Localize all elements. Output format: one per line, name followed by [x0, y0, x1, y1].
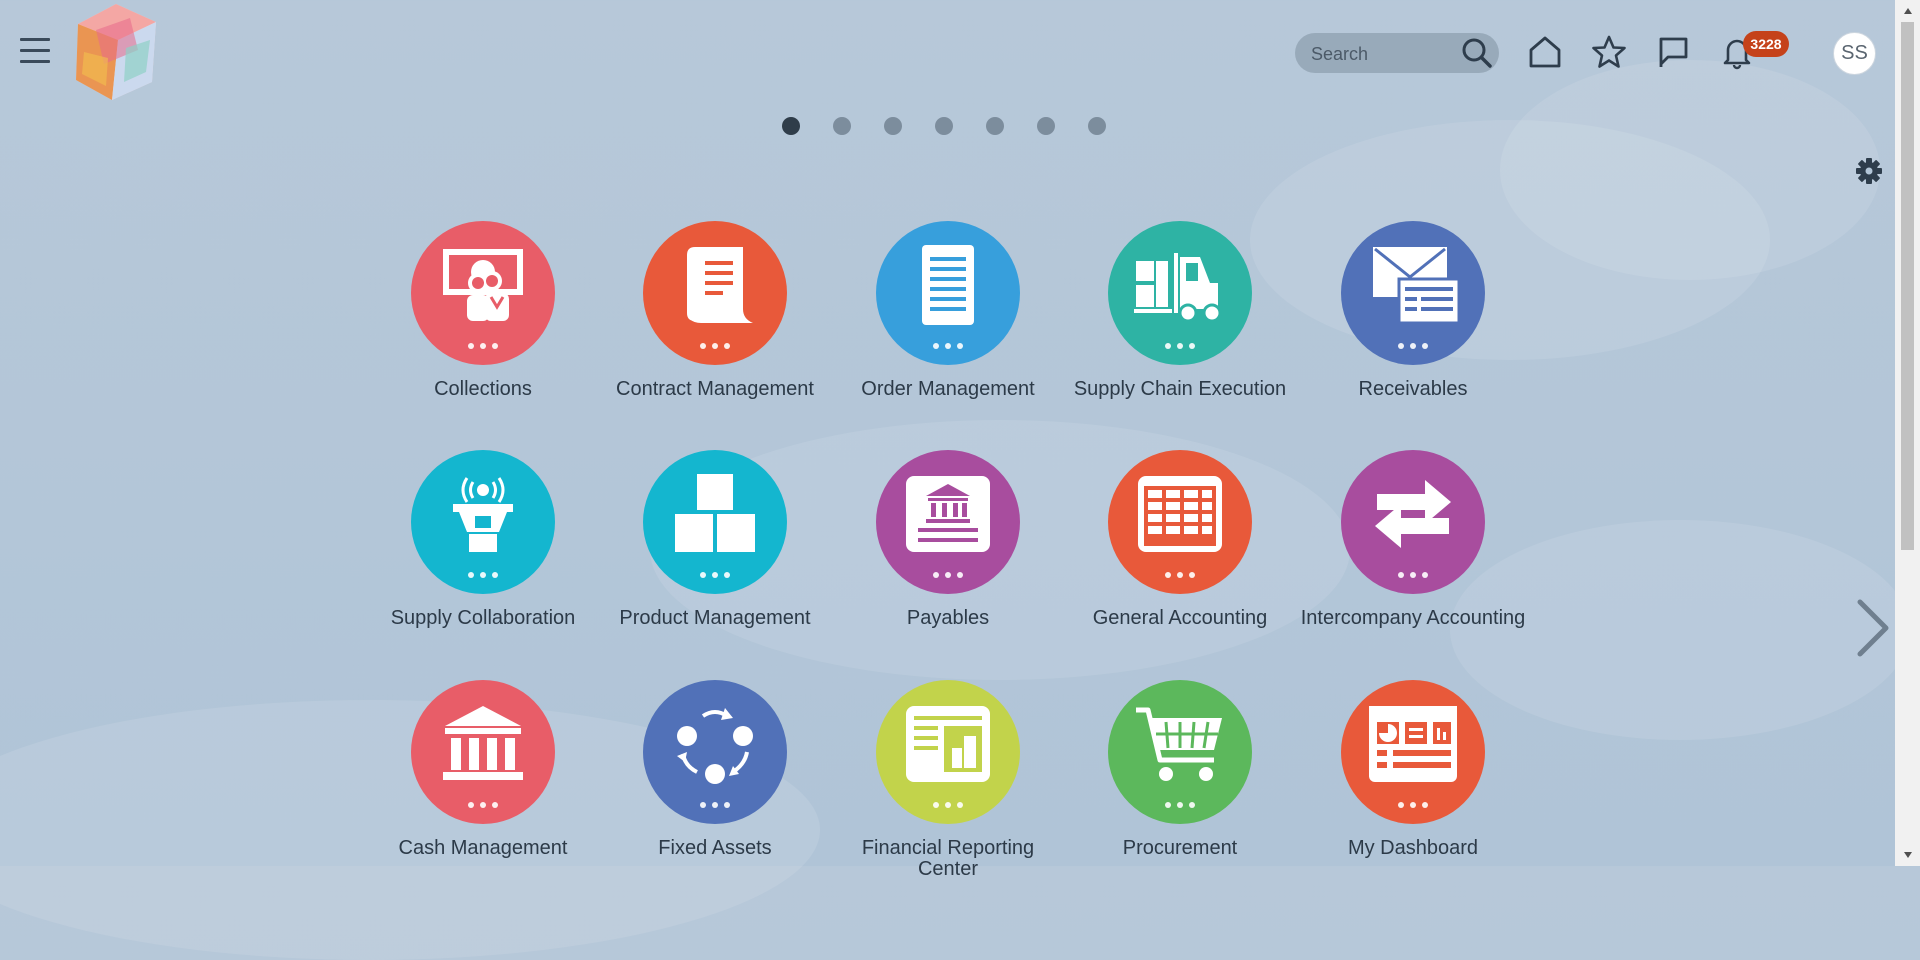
- page-dot[interactable]: [986, 117, 1004, 135]
- more-options-dots[interactable]: [933, 802, 963, 808]
- more-options-dots[interactable]: [1398, 572, 1428, 578]
- more-options-dots[interactable]: [1165, 343, 1195, 349]
- page-dot[interactable]: [935, 117, 953, 135]
- scroll-up-arrow-icon[interactable]: [1899, 2, 1916, 19]
- tile-label: Supply Collaboration: [390, 607, 576, 629]
- tile-label: Intercompany Accounting: [1300, 607, 1526, 629]
- order-document-icon: [876, 221, 1020, 365]
- tile-label: Procurement: [1122, 837, 1238, 859]
- more-options-dots[interactable]: [700, 572, 730, 578]
- tile-label: Product Management: [619, 607, 811, 629]
- ledger-grid-icon: [1108, 450, 1252, 594]
- user-avatar[interactable]: SS: [1833, 32, 1876, 75]
- contract-scroll-icon: [643, 221, 787, 365]
- tile-label: Financial Reporting Center: [861, 837, 1035, 880]
- more-options-dots[interactable]: [700, 802, 730, 808]
- tile-label: My Dashboard: [1347, 837, 1479, 859]
- page-dot[interactable]: [782, 117, 800, 135]
- page-dot[interactable]: [833, 117, 851, 135]
- report-chart-icon: [876, 680, 1020, 824]
- dashboard-icon: [1341, 680, 1485, 824]
- tile-label: Order Management: [861, 378, 1035, 400]
- tile-label: Contract Management: [616, 378, 814, 400]
- more-options-dots[interactable]: [1398, 343, 1428, 349]
- search-box: [1295, 33, 1499, 75]
- more-options-dots[interactable]: [468, 572, 498, 578]
- page-indicator: [782, 117, 1106, 135]
- gear-icon[interactable]: [1853, 155, 1885, 187]
- favorites-star-icon[interactable]: [1587, 30, 1631, 74]
- app-logo-icon[interactable]: [68, 0, 164, 104]
- page-dot[interactable]: [1088, 117, 1106, 135]
- more-options-dots[interactable]: [1398, 802, 1428, 808]
- more-options-dots[interactable]: [1165, 802, 1195, 808]
- bank-building-icon: [411, 680, 555, 824]
- search-icon[interactable]: [1459, 35, 1495, 71]
- watchlist-flag-icon[interactable]: [1651, 30, 1695, 74]
- tile-label: Collections: [434, 378, 532, 400]
- tile-label: Fixed Assets: [658, 837, 772, 859]
- more-options-dots[interactable]: [468, 343, 498, 349]
- invoice-envelope-icon: [1341, 221, 1485, 365]
- home-icon[interactable]: [1523, 30, 1567, 74]
- more-options-dots[interactable]: [933, 343, 963, 349]
- hamburger-menu-icon[interactable]: [20, 38, 50, 64]
- page-dot[interactable]: [1037, 117, 1055, 135]
- stacked-boxes-icon: [643, 450, 787, 594]
- tile-label: Receivables: [1358, 378, 1468, 400]
- forklift-icon: [1108, 221, 1252, 365]
- tile-label: Supply Chain Execution: [1073, 378, 1287, 400]
- cycle-nodes-icon: [643, 680, 787, 824]
- more-options-dots[interactable]: [468, 802, 498, 808]
- header-bar: 3228 SS: [0, 0, 1895, 110]
- more-options-dots[interactable]: [700, 343, 730, 349]
- notification-count-badge[interactable]: 3228: [1743, 31, 1789, 57]
- shopping-cart-icon: [1108, 680, 1252, 824]
- scroll-down-arrow-icon[interactable]: [1899, 846, 1916, 863]
- broadcast-tower-icon: [411, 450, 555, 594]
- more-options-dots[interactable]: [933, 572, 963, 578]
- tile-label: General Accounting: [1092, 607, 1268, 629]
- collections-icon: [411, 221, 555, 365]
- background-cloud: [1450, 520, 1910, 740]
- tile-label: Cash Management: [398, 837, 568, 859]
- vertical-scrollbar[interactable]: [1895, 0, 1920, 866]
- search-input[interactable]: [1309, 33, 1463, 75]
- bank-document-icon: [876, 450, 1020, 594]
- scrollbar-thumb[interactable]: [1901, 22, 1914, 550]
- page-dot[interactable]: [884, 117, 902, 135]
- tile-label: Payables: [906, 607, 990, 629]
- more-options-dots[interactable]: [1165, 572, 1195, 578]
- chevron-right-icon[interactable]: [1852, 598, 1892, 658]
- transfer-arrows-icon: [1341, 450, 1485, 594]
